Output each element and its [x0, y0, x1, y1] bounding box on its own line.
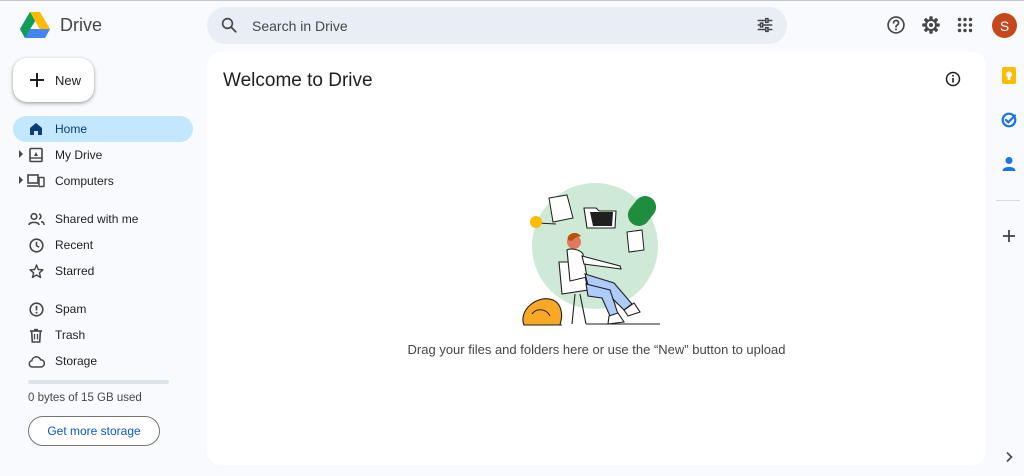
sidebar-item-label: Spam	[55, 302, 87, 316]
search-bar[interactable]: Search in Drive	[207, 7, 787, 44]
settings-icon[interactable]	[920, 14, 942, 36]
expand-caret-icon[interactable]	[19, 176, 23, 184]
sidebar-item-label: Starred	[55, 264, 95, 278]
sidebar-item-trash[interactable]: Trash	[13, 322, 193, 348]
expand-caret-icon[interactable]	[19, 150, 23, 158]
sidebar-item-recent[interactable]: Recent	[13, 232, 193, 258]
sidebar-item-label: Trash	[55, 328, 86, 342]
search-options-icon[interactable]	[756, 16, 774, 39]
apps-grid-icon[interactable]	[954, 14, 976, 36]
main-content: Welcome to Drive Drag your files and fol…	[207, 52, 986, 465]
my-drive-icon	[27, 146, 45, 164]
sidebar-item-label: Recent	[55, 238, 94, 252]
computers-icon	[27, 172, 45, 190]
add-addon-icon[interactable]	[1000, 227, 1018, 245]
sidebar-item-label: Computers	[55, 174, 114, 188]
help-icon[interactable]	[885, 14, 907, 36]
sidebar-item-label: Home	[55, 122, 88, 136]
storage-usage-bar	[28, 380, 169, 384]
search-icon[interactable]	[220, 16, 238, 39]
spam-icon	[27, 300, 45, 318]
sidebar-item-label: My Drive	[55, 148, 103, 162]
trash-icon	[27, 326, 45, 344]
info-icon[interactable]	[945, 71, 961, 92]
account-avatar[interactable]: S	[992, 13, 1017, 38]
people-icon	[27, 210, 45, 228]
page-title: Welcome to Drive	[223, 70, 373, 91]
sidebar-item-home[interactable]: Home	[13, 116, 193, 142]
new-button-label: New	[55, 73, 82, 88]
chevron-right-icon[interactable]	[1000, 448, 1018, 466]
top-border	[0, 0, 1024, 1]
drive-logo[interactable]: Drive	[20, 12, 102, 38]
side-panel-divider	[996, 200, 1020, 201]
app-name: Drive	[60, 14, 103, 35]
sidebar-item-storage[interactable]: Storage	[13, 348, 193, 374]
empty-state-illustration	[522, 183, 660, 326]
cloud-icon	[27, 352, 45, 370]
sidebar-item-spam[interactable]: Spam	[13, 296, 193, 322]
sidebar-item-label: Shared with me	[55, 212, 139, 226]
sidebar-item-label: Storage	[55, 354, 98, 368]
sidebar-item-my-drive[interactable]: My Drive	[13, 142, 193, 168]
home-icon	[27, 120, 45, 138]
star-icon	[27, 262, 45, 280]
new-button[interactable]: New	[13, 58, 94, 102]
get-more-storage-button[interactable]: Get more storage	[28, 416, 160, 446]
clock-icon	[27, 236, 45, 254]
tasks-icon[interactable]	[1000, 111, 1018, 129]
search-input[interactable]: Search in Drive	[252, 18, 348, 34]
sidebar-item-starred[interactable]: Starred	[13, 258, 193, 284]
drive-logo-icon	[20, 12, 50, 38]
empty-state-message: Drag your files and folders here or use …	[407, 342, 786, 357]
contacts-icon[interactable]	[1000, 155, 1018, 173]
keep-icon[interactable]	[1000, 66, 1018, 84]
plus-icon	[28, 71, 46, 94]
storage-usage-text: 0 bytes of 15 GB used	[28, 392, 142, 404]
sidebar-item-shared-with-me[interactable]: Shared with me	[13, 206, 193, 232]
sidebar-item-computers[interactable]: Computers	[13, 168, 193, 194]
